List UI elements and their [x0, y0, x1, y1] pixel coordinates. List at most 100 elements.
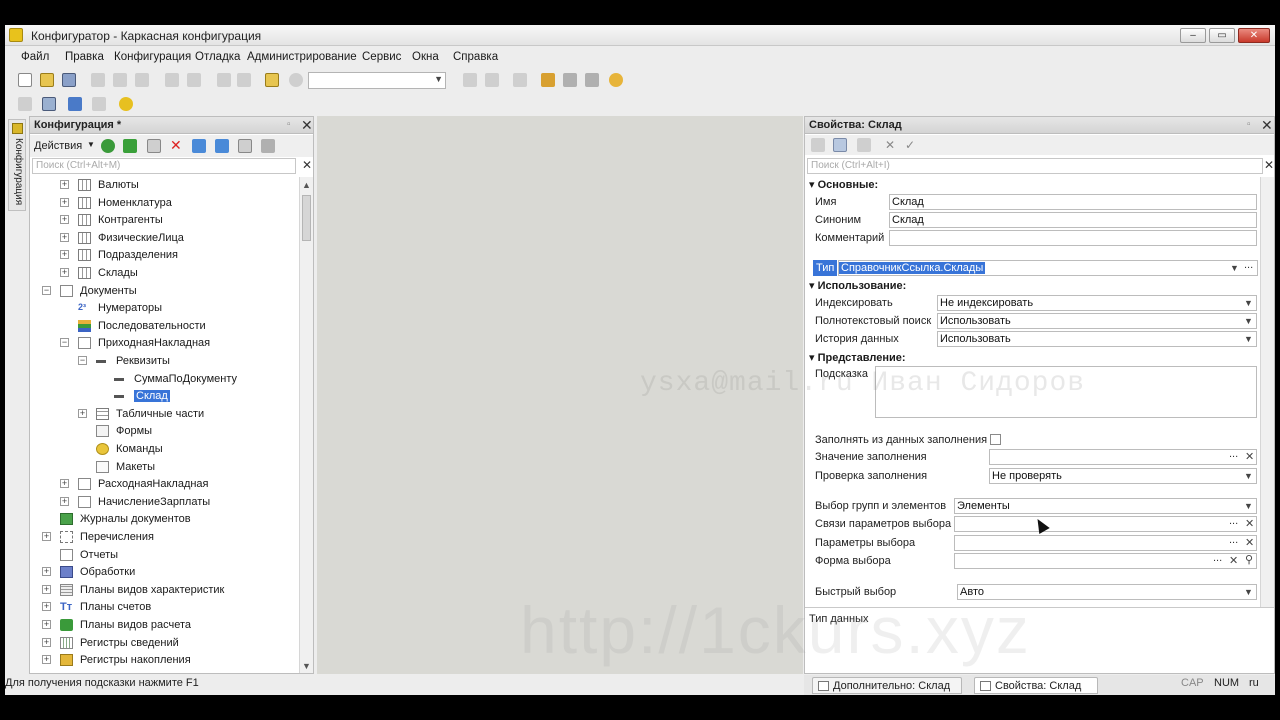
compare-icon[interactable]: [18, 97, 32, 111]
menu-edit[interactable]: Правка: [65, 51, 104, 63]
close-panel-icon[interactable]: ✕: [301, 117, 313, 134]
menu-windows[interactable]: Окна: [412, 51, 439, 63]
tree-item[interactable]: + Регистры накопления: [30, 652, 299, 669]
menu-file[interactable]: Файл: [21, 51, 49, 63]
tree-item[interactable]: + Валюты: [30, 177, 299, 194]
filter-props-icon[interactable]: [857, 138, 871, 152]
sort-icon[interactable]: [238, 139, 252, 153]
menu-help[interactable]: Справка: [453, 51, 498, 63]
categories-icon[interactable]: [833, 138, 847, 152]
copy-item-icon[interactable]: [147, 139, 161, 153]
scroll-up-icon[interactable]: ▲: [302, 180, 311, 190]
param-choice-choose-icon[interactable]: ...: [1229, 534, 1238, 546]
expand-icon[interactable]: +: [60, 197, 69, 207]
save-icon[interactable]: [62, 73, 76, 87]
tree-item[interactable]: − ПриходнаяНакладная: [30, 335, 299, 352]
tree-item[interactable]: + Подразделения: [30, 247, 299, 264]
scroll-thumb[interactable]: [302, 195, 311, 241]
fill-value-choose-icon[interactable]: ...: [1229, 448, 1238, 460]
tab-properties[interactable]: Свойства: Склад: [974, 677, 1098, 694]
minimize-button[interactable]: –: [1180, 28, 1206, 43]
pin-icon[interactable]: ▫: [1247, 119, 1251, 130]
tree-item[interactable]: + Склады: [30, 265, 299, 282]
syntax-assistant-icon[interactable]: [585, 73, 599, 87]
close-window-button[interactable]: ✕: [1238, 28, 1270, 43]
type-dropdown-icon[interactable]: ▼: [1230, 263, 1239, 273]
pin-icon[interactable]: ▫: [287, 119, 291, 130]
choice-form-search-icon[interactable]: ⚲: [1245, 553, 1253, 566]
confirm-icon[interactable]: ✓: [905, 138, 915, 152]
menu-service[interactable]: Сервис: [362, 51, 401, 63]
param-choice-clear-icon[interactable]: ✕: [1245, 536, 1254, 549]
move-up-icon[interactable]: [192, 139, 206, 153]
tree-item[interactable]: + ФизическиеЛица: [30, 230, 299, 247]
tree-item[interactable]: + Планы видов характеристик: [30, 582, 299, 599]
filter-icon[interactable]: [261, 139, 275, 153]
fill-value-clear-icon[interactable]: ✕: [1245, 450, 1254, 463]
expand-icon[interactable]: +: [42, 532, 51, 541]
cancel-icon[interactable]: ✕: [885, 138, 895, 152]
tree-item[interactable]: СуммаПоДокументу: [30, 371, 299, 388]
menu-administration[interactable]: Администрирование: [247, 51, 357, 63]
expand-icon[interactable]: +: [78, 408, 87, 418]
paste-icon[interactable]: [135, 73, 149, 87]
info-icon[interactable]: [609, 73, 623, 87]
lang-indicator[interactable]: ru: [1249, 677, 1259, 689]
collapse-icon[interactable]: −: [42, 285, 51, 295]
expand-icon[interactable]: +: [60, 250, 69, 260]
expand-icon[interactable]: +: [60, 180, 69, 189]
open-config-icon[interactable]: [92, 97, 106, 111]
param-links-field[interactable]: [954, 516, 1257, 532]
props-search-input[interactable]: Поиск (Ctrl+Alt+I): [807, 158, 1263, 174]
config-db-icon[interactable]: [42, 97, 56, 111]
tree-item[interactable]: + Планы видов расчета: [30, 617, 299, 634]
expand-icon[interactable]: +: [42, 620, 51, 629]
print-preview-icon[interactable]: [187, 73, 201, 87]
tree-item[interactable]: − Документы: [30, 283, 299, 300]
tree-item[interactable]: + Номенклатура: [30, 195, 299, 212]
tree-item[interactable]: Журналы документов: [30, 511, 299, 528]
expand-icon[interactable]: +: [60, 268, 69, 277]
find-next-icon[interactable]: [463, 73, 477, 87]
collapse-icon[interactable]: −: [78, 356, 87, 365]
name-field[interactable]: Склад: [889, 194, 1257, 210]
expand-icon[interactable]: +: [42, 567, 51, 577]
fill-check-select[interactable]: Не проверять: [989, 468, 1257, 484]
tree-item[interactable]: Отчеты: [30, 547, 299, 564]
find-prev-icon[interactable]: [485, 73, 499, 87]
expand-icon[interactable]: +: [42, 602, 51, 612]
section-main[interactable]: ▾ Основные:: [809, 178, 878, 191]
run-debug-icon[interactable]: [119, 97, 133, 111]
props-scrollbar[interactable]: [1260, 177, 1274, 607]
edit-icon[interactable]: [123, 139, 137, 153]
group-choice-select[interactable]: Элементы: [954, 498, 1257, 514]
debug-icon[interactable]: [541, 73, 555, 87]
chevron-down-icon[interactable]: ▼: [1244, 501, 1253, 511]
param-links-choose-icon[interactable]: ...: [1229, 515, 1238, 527]
tree-item[interactable]: Команды: [30, 441, 299, 458]
param-links-clear-icon[interactable]: ✕: [1245, 517, 1254, 530]
redo-icon[interactable]: [237, 73, 251, 87]
tree-item[interactable]: + Табличные части: [30, 406, 299, 423]
window-list-icon[interactable]: [513, 73, 527, 87]
tree-item[interactable]: Формы: [30, 423, 299, 440]
search-combo[interactable]: ▼: [308, 72, 446, 89]
section-usage[interactable]: ▾ Использование:: [809, 279, 906, 292]
fill-value-field[interactable]: [989, 449, 1257, 465]
expand-icon[interactable]: +: [60, 479, 69, 489]
menu-configuration[interactable]: Конфигурация: [114, 51, 191, 63]
update-db-icon[interactable]: [68, 97, 82, 111]
expand-icon[interactable]: +: [42, 637, 51, 647]
param-choice-field[interactable]: [954, 535, 1257, 551]
find-in-tree-icon[interactable]: [265, 73, 279, 87]
choice-form-field[interactable]: [954, 553, 1257, 569]
config-tree-scrollbar[interactable]: ▲ ▼: [299, 177, 313, 673]
expand-icon[interactable]: +: [60, 232, 69, 242]
tree-item[interactable]: 2³ Нумераторы: [30, 300, 299, 317]
fulltext-select[interactable]: Использовать: [937, 313, 1257, 329]
cut-icon[interactable]: [91, 73, 105, 87]
tree-item[interactable]: − Реквизиты: [30, 353, 299, 370]
tab-additional[interactable]: Дополнительно: Склад: [812, 677, 962, 694]
expand-icon[interactable]: +: [60, 496, 69, 506]
move-down-icon[interactable]: [215, 139, 229, 153]
